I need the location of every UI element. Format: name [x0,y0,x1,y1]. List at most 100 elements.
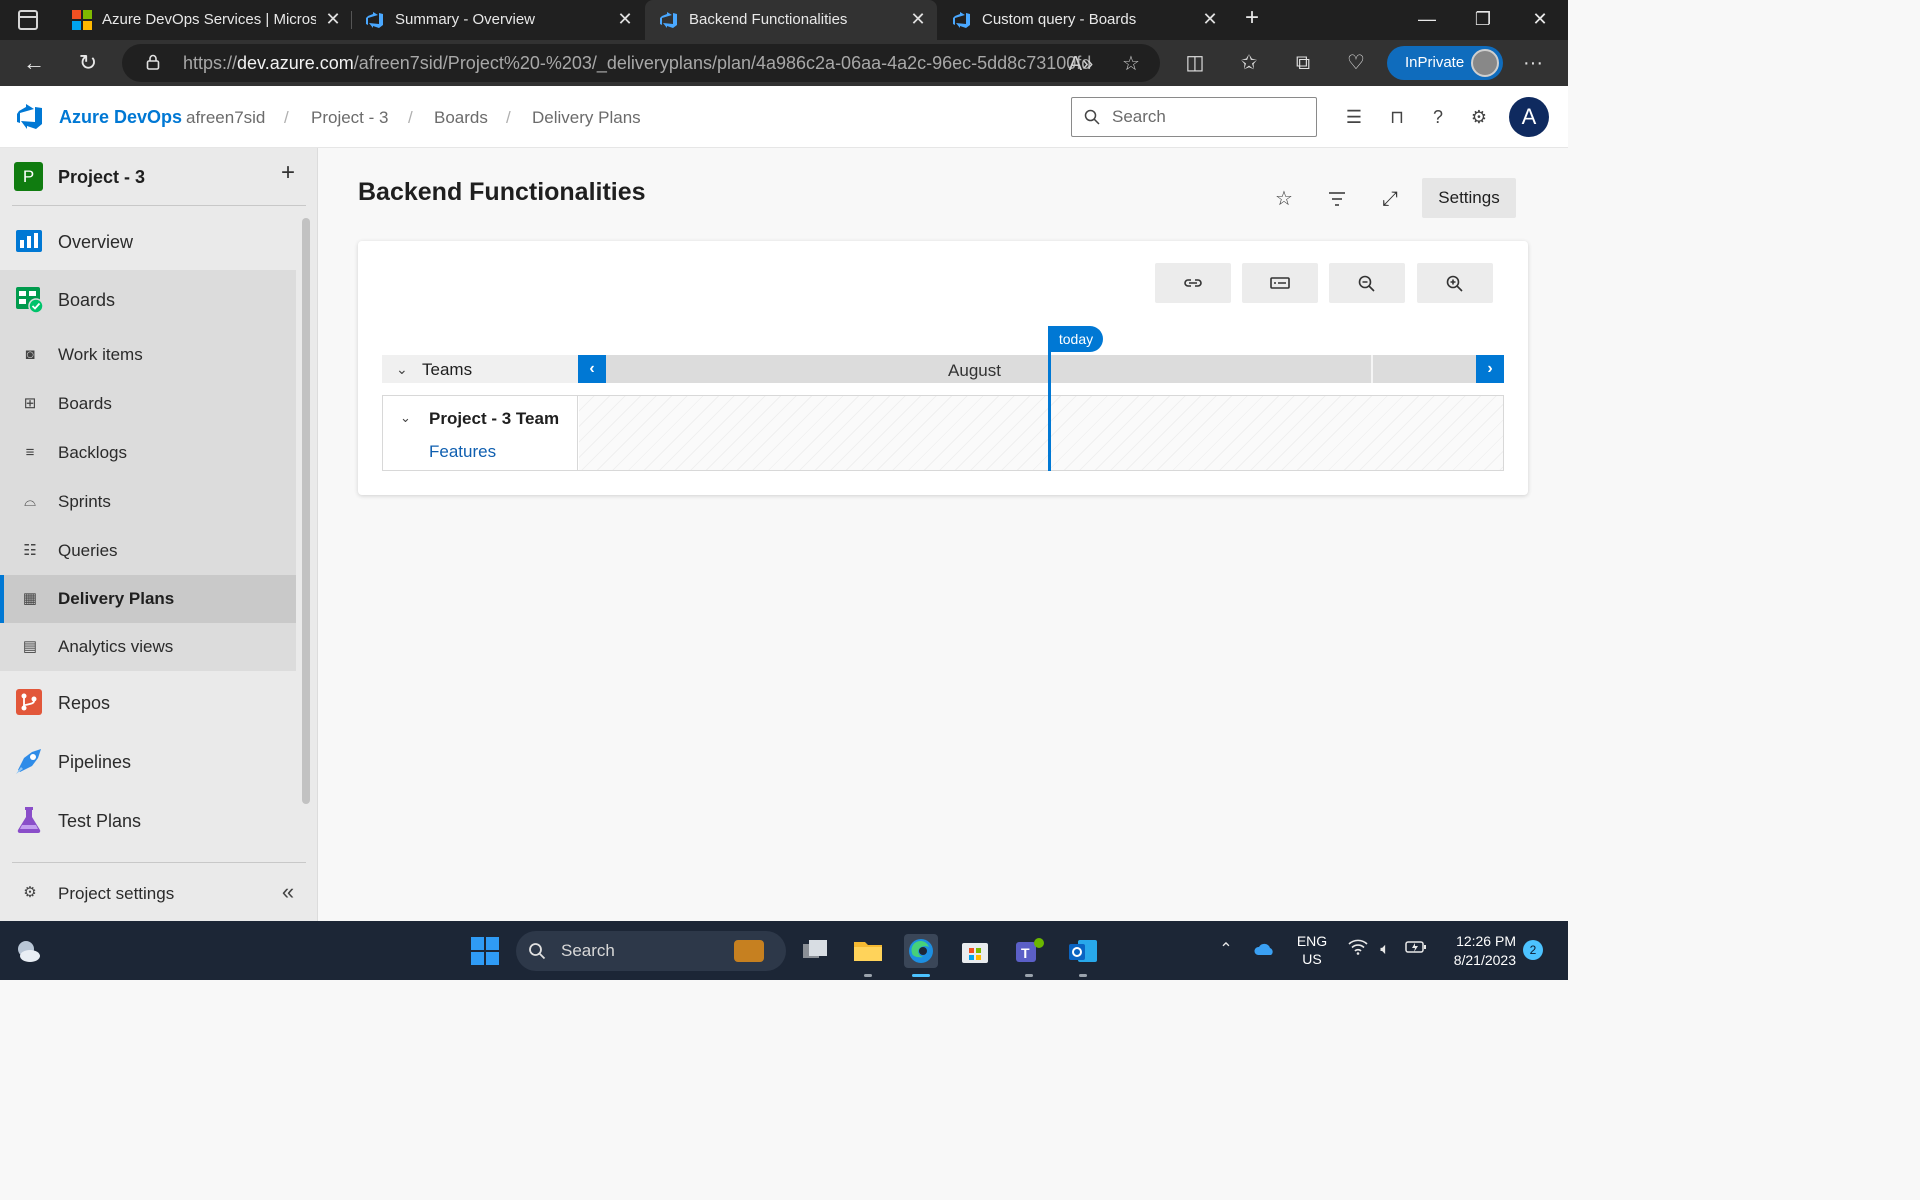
nav-boards[interactable]: Boards [0,270,296,328]
language-code: ENG [1296,933,1328,949]
user-settings-icon[interactable]: ⚙ [1467,105,1491,129]
minimize-window-icon[interactable]: — [1412,5,1442,35]
team-backlog-link[interactable]: Features [429,442,496,462]
nav-sprints[interactable]: ⌓ Sprints [0,477,296,526]
close-tab-icon[interactable]: ✕ [907,8,929,30]
close-window-icon[interactable]: ✕ [1525,5,1555,35]
project-header[interactable]: P Project - 3 + [0,148,318,206]
inprivate-button[interactable]: InPrivate [1387,46,1503,80]
nav-work-items[interactable]: ◙ Work items [0,330,296,379]
url-field[interactable]: https://dev.azure.com/afreen7sid/Project… [122,44,1160,82]
card-fields-button[interactable] [1242,263,1318,303]
task-view-icon[interactable] [798,934,832,968]
previous-period-button[interactable]: ‹ [578,355,606,383]
tab-title: Summary - Overview [395,11,536,28]
new-tab-icon[interactable]: + [1240,6,1264,31]
favorite-star-icon[interactable]: ☆ [1271,186,1297,212]
battery-icon[interactable] [1405,939,1427,961]
input-language-indicator[interactable]: ENG US [1295,932,1329,968]
browser-tab-azure-devops-services[interactable]: Azure DevOps Services | Microso ✕ [58,0,348,40]
copy-link-button[interactable] [1155,263,1231,303]
show-hidden-icons-chevron-icon[interactable]: ⌃ [1215,939,1237,961]
read-aloud-icon[interactable]: A» [1068,51,1094,77]
nav-queries[interactable]: ☷ Queries [0,526,296,575]
breadcrumb-project[interactable]: Project - 3 [311,108,388,128]
nav-overview[interactable]: Overview [0,212,296,270]
task-list-icon[interactable]: ☰ [1342,105,1366,129]
breadcrumb-boards[interactable]: Boards [434,108,488,128]
filter-icon[interactable] [1324,186,1350,212]
favorites-icon[interactable]: ✩ [1234,48,1264,78]
onedrive-icon[interactable] [1254,939,1276,961]
nav-delivery-plans[interactable]: ▦ Delivery Plans [0,575,296,623]
header-search-box[interactable] [1071,97,1317,137]
month-bar: August [578,355,1504,383]
file-explorer-icon[interactable] [851,934,885,977]
tab-title: Azure DevOps Services | Microso [102,11,316,28]
volume-icon[interactable]: 🔈︎ [1374,939,1396,961]
project-avatar: P [14,162,43,191]
browser-tab-custom-query-boards[interactable]: Custom query - Boards ✕ [938,0,1228,40]
microsoft-store-icon[interactable] [958,934,992,968]
delivery-plan-card: ⌄ Teams August ‹ › ⌄ Project - 3 Team Fe… [358,241,1528,495]
edge-browser-icon[interactable] [904,934,938,977]
help-icon[interactable]: ? [1426,105,1450,129]
user-avatar[interactable]: A [1509,97,1549,137]
add-icon[interactable]: + [276,161,300,186]
teams-column-header[interactable]: ⌄ Teams [382,355,578,383]
nav-backlogs[interactable]: ≡ Backlogs [0,428,296,477]
microsoft-teams-icon[interactable]: T [1012,934,1046,977]
back-icon[interactable]: ← [19,48,49,78]
nav-analytics-views[interactable]: ▤ Analytics views [0,623,296,671]
windows-start-icon[interactable] [470,936,500,966]
collections-icon[interactable]: ⧉ [1288,48,1318,78]
more-options-icon[interactable]: ··· [1518,48,1548,78]
weather-icon[interactable] [14,937,42,965]
nav-project-settings[interactable]: ⚙ Project settings « [0,870,296,918]
taskbar-search-box[interactable]: Search [516,931,786,971]
zoom-out-button[interactable] [1329,263,1405,303]
outlook-icon[interactable] [1066,934,1100,977]
next-period-button[interactable]: › [1476,355,1504,383]
restore-window-icon[interactable]: ❐ [1468,5,1498,35]
split-screen-icon[interactable]: ◫ [1180,48,1210,78]
azure-devops-logo-icon[interactable] [16,103,44,131]
fullscreen-expand-icon[interactable]: ⤢ [1377,186,1403,212]
test-plans-icon [17,807,41,834]
search-icon [1084,109,1100,125]
search-input[interactable] [1110,106,1300,128]
close-tab-icon[interactable]: ✕ [1199,8,1221,30]
link-icon [1184,279,1202,287]
favorite-star-icon[interactable]: ☆ [1118,51,1144,77]
browser-tab-summary-overview[interactable]: Summary - Overview ✕ [351,0,641,40]
zoom-in-button[interactable] [1417,263,1493,303]
team-timeline-lane[interactable] [579,396,1503,470]
browser-tab-backend-functionalities[interactable]: Backend Functionalities ✕ [645,0,937,40]
notification-count-badge[interactable]: 2 [1523,940,1543,960]
breadcrumb-organization[interactable]: afreen7sid [186,108,265,128]
system-clock[interactable]: 12:26 PM 8/21/2023 [1430,932,1516,970]
teams-header-label: Teams [422,360,473,379]
close-tab-icon[interactable]: ✕ [614,8,636,30]
nav-kanban-boards[interactable]: ⊞ Boards [0,379,296,428]
nav-pipelines[interactable]: Pipelines [0,732,296,790]
settings-button[interactable]: Settings [1422,178,1516,218]
breadcrumb-delivery-plans[interactable]: Delivery Plans [532,108,641,128]
boards-icon [16,287,44,314]
close-tab-icon[interactable]: ✕ [322,8,344,30]
sprints-icon: ⌓ [24,493,36,510]
nav-label: Repos [58,693,111,713]
nav-repos[interactable]: Repos [0,673,296,731]
nav-test-plans[interactable]: Test Plans [0,791,296,849]
workspaces-icon[interactable] [18,10,38,30]
sidebar-scrollbar[interactable] [302,218,310,804]
nav-label: Boards [58,394,112,413]
chevron-down-icon[interactable]: ⌄ [400,410,411,426]
marketplace-bag-icon[interactable]: ⊓ [1385,105,1409,129]
wifi-icon[interactable] [1347,939,1369,961]
browser-essentials-icon[interactable]: ♡ [1341,48,1371,78]
azure-devops-brand[interactable]: Azure DevOps [59,107,182,128]
collapse-sidebar-icon[interactable]: « [276,880,300,904]
refresh-icon[interactable]: ↻ [73,48,103,78]
clock-date: 8/21/2023 [1453,952,1516,968]
